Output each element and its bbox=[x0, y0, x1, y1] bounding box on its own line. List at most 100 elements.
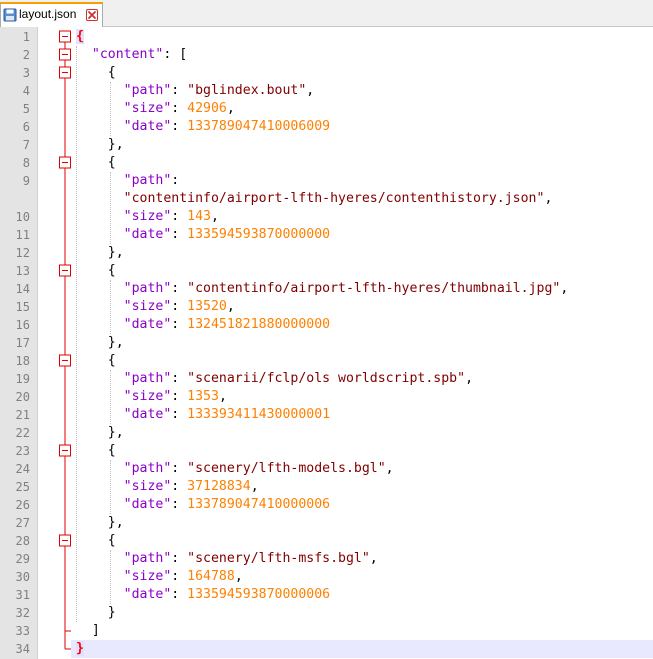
json-number: 143 bbox=[187, 209, 211, 224]
code-line[interactable]: { bbox=[76, 28, 84, 46]
fold-toggle-icon[interactable] bbox=[59, 534, 71, 547]
json-punctuation bbox=[76, 569, 124, 584]
code-line[interactable]: "date": 133393411430000001 bbox=[76, 406, 330, 424]
code-line[interactable]: { bbox=[76, 154, 116, 172]
close-icon[interactable] bbox=[86, 9, 98, 21]
code-line[interactable]: { bbox=[76, 262, 116, 280]
json-key: "size" bbox=[123, 389, 172, 404]
line-number: 13 bbox=[15, 264, 30, 278]
json-punctuation: : bbox=[171, 407, 188, 422]
json-bracket: } bbox=[76, 641, 84, 656]
json-punctuation bbox=[76, 191, 124, 206]
tab-label: layout.json bbox=[19, 7, 77, 21]
json-punctuation: : bbox=[171, 497, 188, 512]
code-line[interactable]: "date": 133789047410006009 bbox=[76, 118, 330, 136]
json-punctuation: { bbox=[76, 155, 116, 170]
code-line[interactable]: "content": [ bbox=[76, 46, 187, 64]
code-line[interactable]: }, bbox=[76, 244, 124, 262]
json-punctuation: : bbox=[171, 173, 180, 188]
code-editor[interactable]: 1 2 3 4 5 6 7 8 9 10 11 12 13 14 15 16 17 18 19 20 21 22 23 24 2… bbox=[0, 27, 653, 659]
json-punctuation bbox=[76, 479, 124, 494]
json-number: 132451821880000000 bbox=[187, 317, 331, 332]
line-number: 26 bbox=[15, 498, 30, 512]
code-line[interactable]: "date": 133594593870000000 bbox=[76, 226, 330, 244]
json-punctuation bbox=[76, 551, 124, 566]
json-key: "date" bbox=[123, 317, 172, 332]
code-line[interactable]: "path": "scenarii/fclp/ols worldscript.s… bbox=[76, 370, 473, 388]
json-key: "date" bbox=[123, 407, 172, 422]
code-line[interactable]: "path": "scenery/lfth-models.bgl", bbox=[76, 460, 394, 478]
code-line[interactable]: "path": "contentinfo/airport-lfth-hyeres… bbox=[76, 280, 569, 298]
json-punctuation: }, bbox=[76, 137, 124, 152]
json-punctuation: , bbox=[211, 209, 219, 224]
code-line[interactable]: "date": 133594593870000006 bbox=[76, 586, 330, 604]
code-line[interactable]: }, bbox=[76, 136, 124, 154]
code-line[interactable]: "size": 37128834, bbox=[76, 478, 259, 496]
code-line[interactable]: { bbox=[76, 352, 116, 370]
line-number: 21 bbox=[15, 408, 30, 422]
fold-toggle-icon[interactable] bbox=[59, 444, 71, 457]
fold-toggle-icon[interactable] bbox=[59, 354, 71, 367]
line-number: 19 bbox=[15, 372, 30, 386]
json-punctuation: : bbox=[171, 461, 188, 476]
code-line[interactable]: "size": 1353, bbox=[76, 388, 227, 406]
json-key: "size" bbox=[123, 479, 172, 494]
json-punctuation: , bbox=[560, 281, 569, 296]
line-number: 3 bbox=[22, 66, 30, 80]
code-line[interactable]: "contentinfo/airport-lfth-hyeres/content… bbox=[76, 190, 553, 208]
tab-layout-json[interactable]: layout.json bbox=[0, 2, 103, 27]
code-line[interactable]: "size": 13520, bbox=[76, 298, 235, 316]
json-key: "path" bbox=[123, 371, 172, 386]
line-number: 9 bbox=[22, 174, 30, 188]
code-line[interactable]: { bbox=[76, 64, 116, 82]
json-punctuation: , bbox=[544, 191, 553, 206]
json-key: "content" bbox=[91, 47, 164, 62]
code-line[interactable]: }, bbox=[76, 514, 124, 532]
json-punctuation bbox=[76, 173, 124, 188]
code-line[interactable]: } bbox=[76, 640, 84, 658]
json-punctuation: , bbox=[369, 551, 378, 566]
code-line[interactable]: { bbox=[76, 442, 116, 460]
line-number: 11 bbox=[15, 228, 30, 242]
json-punctuation bbox=[76, 407, 124, 422]
fold-toggle-icon[interactable] bbox=[59, 66, 71, 79]
json-punctuation bbox=[76, 389, 124, 404]
code-line[interactable]: "size": 164788, bbox=[76, 568, 243, 586]
code-line[interactable]: "path": bbox=[76, 172, 180, 190]
json-punctuation: : bbox=[171, 479, 188, 494]
line-number: 30 bbox=[15, 570, 30, 584]
fold-toggle-icon[interactable] bbox=[59, 48, 71, 61]
line-number: 4 bbox=[22, 84, 30, 98]
code-line[interactable]: } bbox=[76, 604, 116, 622]
code-line[interactable]: }, bbox=[76, 424, 124, 442]
line-number: 24 bbox=[15, 462, 30, 476]
code-line[interactable]: "date": 133789047410000006 bbox=[76, 496, 330, 514]
json-punctuation: , bbox=[250, 479, 259, 494]
fold-toggle-icon[interactable] bbox=[59, 30, 71, 43]
json-punctuation bbox=[76, 299, 124, 314]
json-punctuation: : bbox=[171, 101, 188, 116]
json-punctuation: : bbox=[171, 209, 188, 224]
json-punctuation: : bbox=[171, 587, 188, 602]
line-number: 29 bbox=[15, 552, 30, 566]
code-line[interactable]: "size": 143, bbox=[76, 208, 219, 226]
code-line[interactable]: "path": "scenery/lfth-msfs.bgl", bbox=[76, 550, 378, 568]
fold-toggle-icon[interactable] bbox=[59, 156, 71, 169]
code-line[interactable]: { bbox=[76, 532, 116, 550]
line-number: 16 bbox=[15, 318, 30, 332]
line-number: 6 bbox=[22, 120, 30, 134]
json-punctuation bbox=[76, 101, 124, 116]
line-number: 27 bbox=[15, 516, 30, 530]
code-line[interactable]: "size": 42906, bbox=[76, 100, 235, 118]
json-key: "size" bbox=[123, 299, 172, 314]
code-line[interactable]: }, bbox=[76, 334, 124, 352]
json-punctuation: , bbox=[465, 371, 474, 386]
code-line[interactable]: "path": "bglindex.bout", bbox=[76, 82, 315, 100]
code-line[interactable]: ] bbox=[76, 622, 100, 640]
json-number: 42906 bbox=[187, 101, 227, 116]
json-key: "date" bbox=[123, 497, 172, 512]
fold-toggle-icon[interactable] bbox=[59, 264, 71, 277]
line-number: 10 bbox=[15, 210, 30, 224]
json-string: "scenarii/fclp/ols worldscript.spb" bbox=[187, 371, 466, 386]
code-line[interactable]: "date": 132451821880000000 bbox=[76, 316, 330, 334]
